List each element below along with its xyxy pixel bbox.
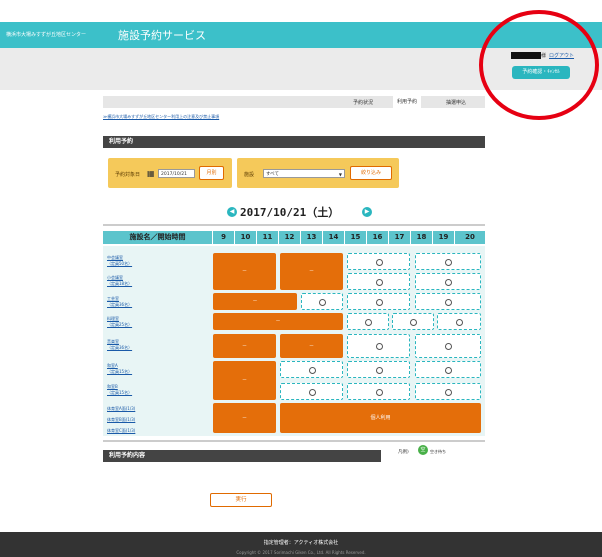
- available-slot[interactable]: [415, 293, 481, 310]
- monthly-button[interactable]: 月別: [199, 166, 224, 180]
- available-icon: [375, 298, 383, 306]
- footer-copyright: Copyright © 2017 Sorimachi Giken Co., Lt…: [236, 550, 366, 555]
- annotation-circle: [479, 10, 599, 120]
- available-slot[interactable]: [347, 293, 410, 310]
- available-icon: [445, 278, 452, 286]
- facility-name[interactable]: 体育室C面(1/3): [107, 428, 135, 434]
- footer: 指定管理者：アクティオ株式会社 Copyright © 2017 Sorimac…: [0, 532, 602, 557]
- date-label: 予約対象日: [115, 172, 141, 178]
- facility-select-value: すべて: [266, 172, 280, 177]
- available-slot[interactable]: [415, 361, 481, 378]
- available-slot[interactable]: [415, 383, 481, 400]
- available-icon: [445, 343, 452, 350]
- waitlist-legend-icon: 空: [418, 445, 428, 455]
- available-slot[interactable]: [347, 273, 410, 290]
- facility-name[interactable]: 体育室B面(1/3): [107, 417, 135, 423]
- facility-name[interactable]: 料理室 （定員25名）: [107, 316, 132, 328]
- legend-text: 空き待ち: [430, 449, 446, 454]
- hour-header: 14: [323, 231, 344, 244]
- booked-slot: －: [213, 403, 276, 433]
- available-slot[interactable]: [347, 334, 410, 358]
- available-icon: [375, 366, 383, 374]
- facility-select[interactable]: すべて ▼: [263, 169, 345, 178]
- chevron-down-icon: ▼: [338, 172, 342, 177]
- available-slot[interactable]: [392, 313, 434, 330]
- available-slot[interactable]: [280, 383, 343, 400]
- date-input[interactable]: 2017/10/21: [158, 169, 195, 178]
- booked-slot: －: [213, 253, 276, 290]
- facility-label: 施設: [244, 172, 255, 178]
- available-slot[interactable]: [280, 361, 343, 378]
- calendar-icon[interactable]: ▦: [147, 169, 155, 178]
- grid-bottom-rule: [103, 440, 485, 442]
- hour-header: 9: [213, 231, 234, 244]
- notice-link[interactable]: ≫横浜市大場みすずが丘地区センター利用上の注意及び禁止事項: [103, 114, 219, 120]
- available-icon: [410, 318, 417, 326]
- available-slot[interactable]: [347, 383, 410, 400]
- hour-header: 12: [279, 231, 300, 244]
- tab-usage-reservation[interactable]: 利用予約: [393, 96, 422, 108]
- available-slot[interactable]: [415, 273, 481, 290]
- available-slot[interactable]: [301, 293, 343, 310]
- hour-header: 10: [235, 231, 256, 244]
- available-slot[interactable]: [347, 253, 410, 270]
- hour-header: 13: [301, 231, 322, 244]
- available-icon: [445, 366, 452, 374]
- available-icon: [375, 388, 383, 396]
- hour-header: 11: [257, 231, 278, 244]
- facility-name[interactable]: 和室B （定員15名）: [107, 384, 132, 396]
- booked-slot: －: [213, 293, 297, 310]
- booked-slot: －: [280, 253, 343, 290]
- facility-name[interactable]: 音楽室 （定員36名）: [107, 339, 132, 351]
- service-name: 施設予約サービス: [118, 29, 206, 42]
- hour-header: 19: [433, 231, 454, 244]
- available-icon: [308, 366, 316, 374]
- booked-slot: －: [280, 334, 343, 358]
- available-icon: [445, 388, 452, 396]
- facility-name[interactable]: 中会議室 （定員50名）: [107, 255, 132, 267]
- footer-manager: 指定管理者：アクティオ株式会社: [263, 540, 339, 546]
- available-icon: [375, 343, 383, 350]
- tab-lottery[interactable]: 抽選申込: [446, 99, 466, 106]
- facility-name[interactable]: 工芸室 （定員36名）: [107, 296, 132, 308]
- filter-button[interactable]: 絞り込み: [350, 166, 392, 180]
- section-title-usage: 利用予約: [103, 136, 485, 148]
- available-slot[interactable]: [415, 334, 481, 358]
- hour-header: 15: [345, 231, 366, 244]
- available-slot[interactable]: [347, 361, 410, 378]
- facility-name[interactable]: 小会議室 （定員18名）: [107, 275, 132, 287]
- hour-header: 20: [455, 231, 485, 244]
- section-title-reservation-content: 利用予約内容: [103, 450, 381, 462]
- available-slot[interactable]: [347, 313, 389, 330]
- available-icon: [308, 388, 316, 396]
- facility-name[interactable]: 和室A （定員15名）: [107, 363, 132, 375]
- available-icon: [456, 318, 463, 326]
- arrow-right-icon[interactable]: ▶: [362, 207, 372, 217]
- facility-name[interactable]: 体育室A面(1/3): [107, 406, 135, 412]
- available-icon: [375, 258, 383, 266]
- available-icon: [365, 318, 372, 326]
- grid-header-facility: 施設名／開始時間: [103, 231, 212, 244]
- hour-header: 16: [367, 231, 388, 244]
- current-date: 2017/10/21（土）: [240, 206, 340, 219]
- grid-top-rule: [103, 224, 485, 226]
- arrow-left-icon[interactable]: ◀: [227, 207, 237, 217]
- personal-use-slot: 個人利用: [280, 403, 481, 433]
- tab-bar: [103, 96, 485, 108]
- legend-label: 凡例): [398, 450, 409, 455]
- available-icon: [375, 278, 383, 286]
- available-slot[interactable]: [415, 253, 481, 270]
- available-icon: [445, 258, 452, 266]
- hour-header: 18: [411, 231, 432, 244]
- booked-slot: －: [213, 334, 276, 358]
- booked-slot: －: [213, 361, 276, 400]
- site-name: 横浜市大場みすずが丘地区センター: [6, 32, 87, 38]
- available-icon: [319, 298, 326, 306]
- booked-slot: －: [213, 313, 343, 330]
- available-icon: [445, 298, 452, 306]
- hour-header: 17: [389, 231, 410, 244]
- available-slot[interactable]: [437, 313, 481, 330]
- tab-reservation-status[interactable]: 予約状況: [353, 99, 373, 106]
- execute-button[interactable]: 実行: [210, 493, 272, 507]
